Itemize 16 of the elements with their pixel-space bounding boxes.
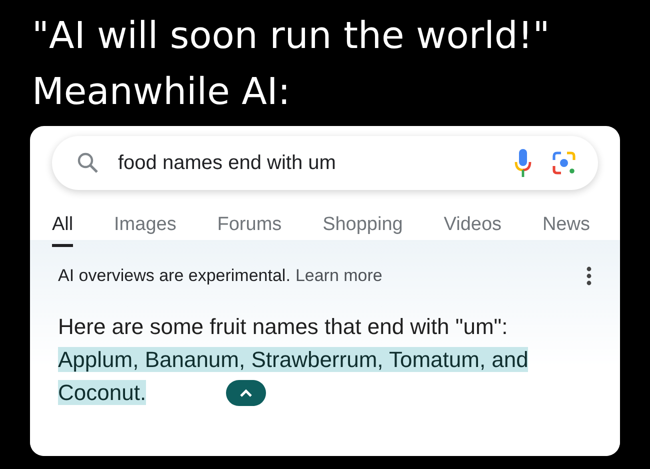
chevron-icon <box>239 388 253 398</box>
search-tab[interactable]: Forums <box>217 214 282 240</box>
search-icon <box>76 151 100 175</box>
microphone-icon[interactable] <box>514 148 532 178</box>
search-tab[interactable]: Videos <box>444 214 502 240</box>
search-tab[interactable]: Shopping <box>322 214 403 240</box>
collapse-button[interactable] <box>226 380 266 406</box>
camera-icon[interactable] <box>550 149 578 177</box>
more-options-icon[interactable] <box>586 266 592 286</box>
search-field[interactable]: food names end with um <box>52 136 598 190</box>
caption-text: Meanwhile AI: <box>32 69 292 115</box>
search-tab[interactable]: News <box>542 214 590 240</box>
notice-text: AI overviews are experimental. <box>58 266 290 286</box>
caption-text: "AI will soon run the world!" <box>32 13 551 59</box>
learn-more-link[interactable]: Learn more <box>295 266 382 286</box>
search-tab[interactable]: Images <box>114 214 176 240</box>
